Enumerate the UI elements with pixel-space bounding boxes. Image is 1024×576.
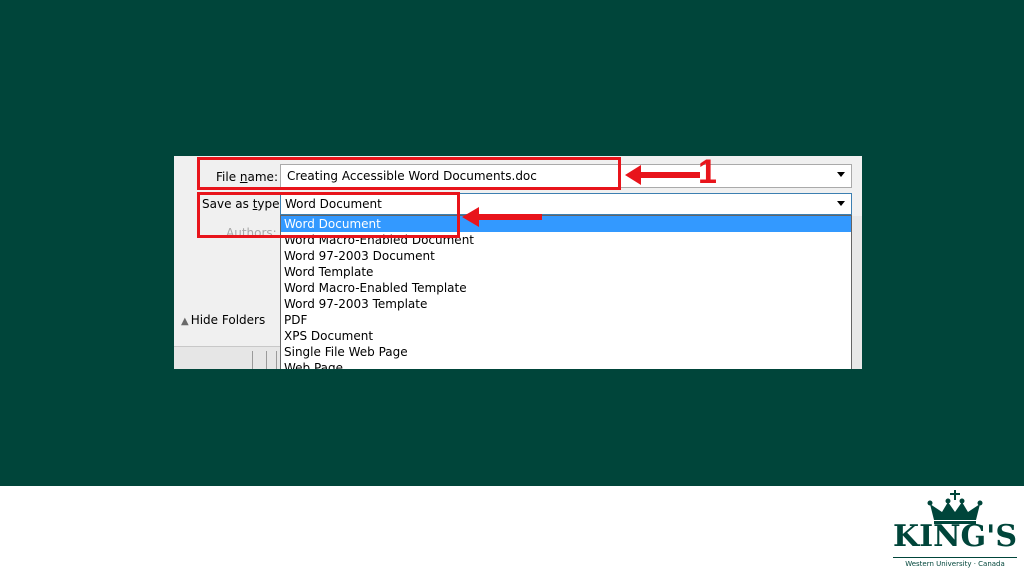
strip-divider: [266, 351, 267, 369]
logo-wordmark: KING'S: [893, 519, 1017, 554]
list-item[interactable]: Word 97-2003 Template: [281, 296, 851, 312]
save-as-type-list[interactable]: Word Document Word Macro-Enabled Document…: [280, 215, 852, 369]
file-name-highlight-box: [197, 157, 621, 190]
list-item[interactable]: XPS Document: [281, 328, 851, 344]
chevron-down-icon[interactable]: [837, 201, 845, 206]
right-scroll-area: [852, 216, 862, 369]
save-as-type-highlight-box: [197, 192, 460, 238]
list-item[interactable]: Single File Web Page: [281, 344, 851, 360]
collapse-icon: ▲: [181, 316, 189, 327]
bottom-strip: [174, 346, 280, 369]
logo-divider: [893, 557, 1017, 558]
callout-number: 1: [698, 153, 717, 191]
hide-folders-button[interactable]: ▲ Hide Folders: [181, 313, 265, 327]
list-item[interactable]: Web Page: [281, 360, 851, 369]
arrow-left-icon: [625, 165, 700, 185]
list-item[interactable]: Word Template: [281, 264, 851, 280]
list-item[interactable]: Word 97-2003 Document: [281, 248, 851, 264]
hide-folders-text: Hide Folders: [190, 313, 266, 327]
strip-divider: [252, 351, 253, 369]
arrow-left-icon: [462, 207, 542, 227]
logo-subtitle: Western University · Canada: [905, 560, 1005, 568]
list-item[interactable]: Word Macro-Enabled Template: [281, 280, 851, 296]
chevron-down-icon[interactable]: [837, 172, 845, 177]
list-item[interactable]: PDF: [281, 312, 851, 328]
kings-logo: KING'S Western University · Canada: [890, 490, 1020, 572]
strip-divider: [276, 351, 277, 369]
